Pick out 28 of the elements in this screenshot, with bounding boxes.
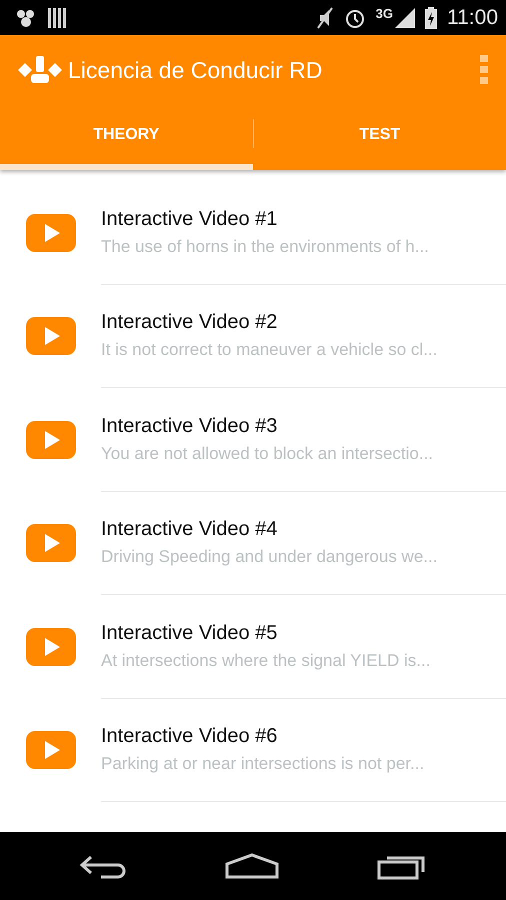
back-icon[interactable] xyxy=(79,853,127,879)
clock: 11:00 xyxy=(447,6,498,30)
video-title[interactable]: Interactive Video #6 xyxy=(101,725,506,748)
video-description: At intersections where the signal YIELD is... xyxy=(101,650,432,671)
network-type: 3G xyxy=(376,6,393,21)
video-title[interactable]: Interactive Video #1 xyxy=(101,208,506,231)
video-title[interactable]: Interactive Video #5 xyxy=(101,622,506,645)
play-icon[interactable] xyxy=(26,214,76,252)
overflow-menu-icon[interactable] xyxy=(480,55,488,85)
play-icon[interactable] xyxy=(26,731,76,770)
signal-icon xyxy=(395,8,415,28)
play-icon[interactable] xyxy=(26,317,76,356)
video-description: It is not correct to maneuver a vehicle so cl... xyxy=(101,340,438,360)
video-title[interactable]: Interactive Video #4 xyxy=(101,518,506,542)
home-icon[interactable] xyxy=(225,853,279,879)
battery-icon xyxy=(425,6,437,28)
video-description: The use of horns in the environments of h... xyxy=(101,236,430,257)
video-description: You are not allowed to block an intersectio... xyxy=(101,444,434,464)
play-icon[interactable] xyxy=(26,628,76,666)
play-icon[interactable] xyxy=(26,524,76,562)
video-title[interactable]: Interactive Video #3 xyxy=(101,414,506,438)
play-icon[interactable] xyxy=(26,420,76,459)
app-title: Licencia de Conducir RD xyxy=(68,56,324,84)
video-title[interactable]: Interactive Video #2 xyxy=(101,311,506,334)
mute-icon xyxy=(316,6,334,28)
barcode-icon xyxy=(48,8,66,28)
video-description: Parking at or near intersections is not per... xyxy=(101,754,426,774)
video-description: Driving Speeding and under dangerous we... xyxy=(101,547,438,568)
